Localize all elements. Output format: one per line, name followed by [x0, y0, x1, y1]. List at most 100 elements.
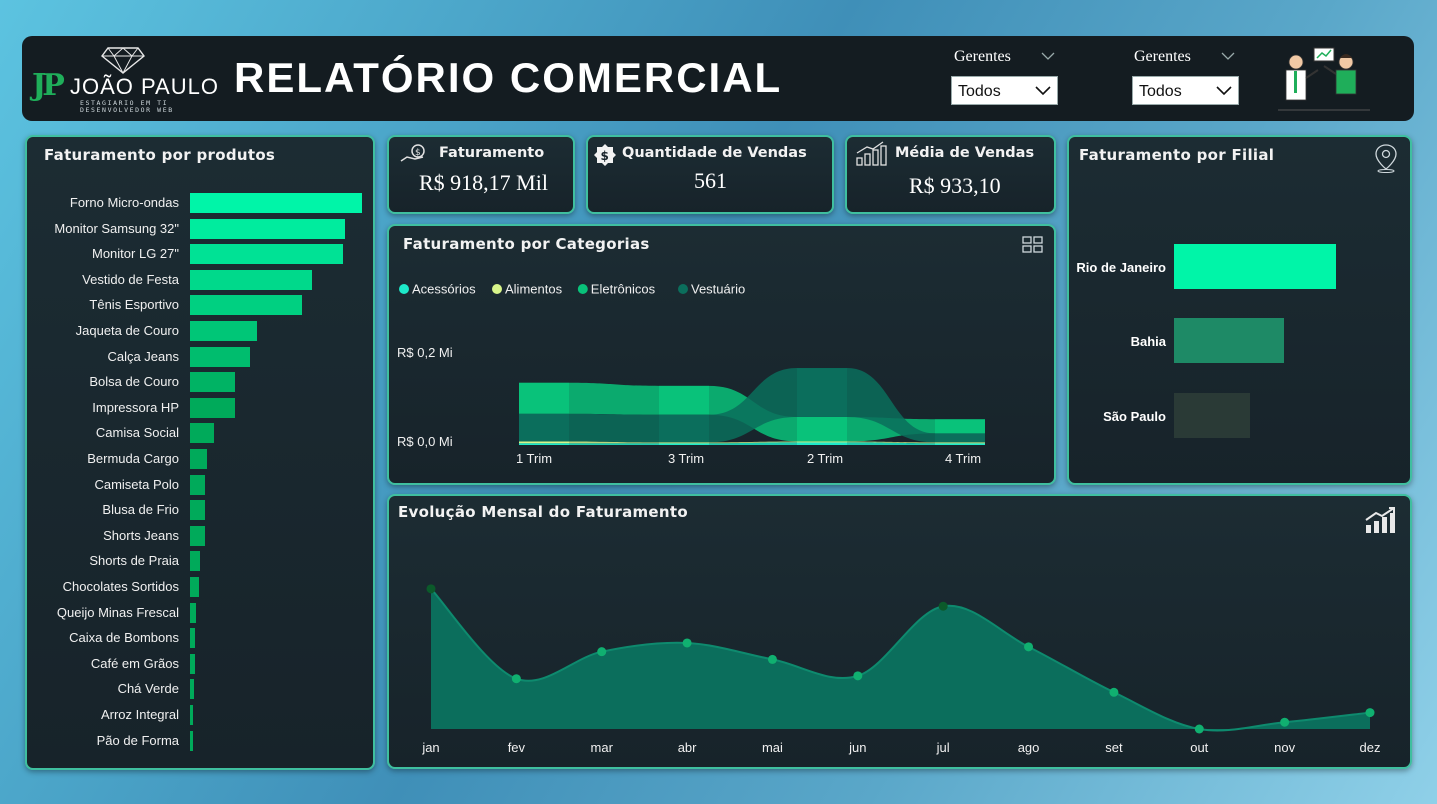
- category-segment[interactable]: [935, 442, 985, 444]
- category-segment[interactable]: [935, 433, 985, 443]
- product-bar[interactable]: [190, 525, 206, 546]
- product-bar[interactable]: [190, 244, 344, 265]
- product-label: Impressora HP: [92, 399, 179, 415]
- product-bar[interactable]: [190, 218, 345, 239]
- product-bar[interactable]: [190, 193, 362, 213]
- kpi-quantidade-title: Quantidade de Vendas: [622, 145, 807, 161]
- product-bar[interactable]: [190, 679, 195, 700]
- month-label: fev: [508, 740, 526, 755]
- category-ribbon[interactable]: [569, 443, 659, 445]
- month-label: out: [1190, 740, 1208, 755]
- product-label: Jaqueta de Couro: [75, 323, 179, 338]
- monthly-point[interactable]: [1365, 708, 1375, 718]
- monthly-point[interactable]: [853, 671, 863, 681]
- product-bar[interactable]: [190, 346, 251, 367]
- monthly-point[interactable]: [1280, 717, 1290, 727]
- branch-label: Rio de Janeiro: [1076, 260, 1166, 275]
- gerentes-dropdown-2[interactable]: Todos: [1132, 76, 1239, 105]
- logo-name: JOÃO PAULO: [70, 74, 219, 99]
- legend-item[interactable]: Eletrônicos: [577, 282, 656, 297]
- monthly-point[interactable]: [511, 674, 521, 684]
- monthly-point[interactable]: [767, 654, 777, 664]
- category-segment[interactable]: [935, 419, 985, 434]
- diamond-icon: [101, 47, 145, 74]
- filter-label-1: Gerentes: [954, 48, 1011, 65]
- dropdown-value: Todos: [1139, 83, 1182, 100]
- branch-bar[interactable]: [1174, 318, 1285, 363]
- monthly-point[interactable]: [1109, 687, 1119, 697]
- category-segment[interactable]: [797, 442, 847, 445]
- product-bar[interactable]: [190, 705, 194, 725]
- product-bar[interactable]: [190, 295, 302, 316]
- category-segment[interactable]: [935, 443, 985, 445]
- category-segment[interactable]: [797, 441, 847, 443]
- product-bar[interactable]: [190, 653, 196, 674]
- chevron-down-icon: [1216, 86, 1232, 96]
- legend-item[interactable]: Vestuário: [678, 282, 745, 297]
- chevron-down-icon[interactable]: [1221, 52, 1235, 60]
- legend-item[interactable]: Acessórios: [399, 282, 476, 297]
- product-bar[interactable]: [190, 730, 193, 751]
- category-segment[interactable]: [519, 443, 569, 445]
- chevron-down-icon[interactable]: [1041, 52, 1055, 60]
- category-segment[interactable]: [659, 443, 709, 445]
- month-label: mar: [591, 740, 614, 755]
- dropdown-value: Todos: [958, 83, 1001, 100]
- monthly-point[interactable]: [938, 601, 948, 611]
- product-bar[interactable]: [190, 269, 313, 290]
- category-segment[interactable]: [659, 385, 709, 415]
- category-segment[interactable]: [659, 414, 709, 443]
- category-segment[interactable]: [519, 413, 569, 442]
- x-tick-label: 1 Trim: [516, 451, 552, 466]
- monthly-point[interactable]: [426, 584, 436, 594]
- category-segment[interactable]: [797, 368, 847, 417]
- x-tick-label: 2 Trim: [807, 451, 843, 466]
- product-bar[interactable]: [190, 628, 196, 649]
- category-ribbon[interactable]: [569, 413, 659, 443]
- product-label: Chá Verde: [117, 681, 179, 697]
- legend-label: Acessórios: [412, 282, 476, 297]
- product-bar[interactable]: [190, 602, 197, 623]
- monthly-point[interactable]: [682, 638, 692, 648]
- category-segment[interactable]: [519, 441, 569, 444]
- product-label: Tênis Esportivo: [89, 297, 179, 313]
- product-bar[interactable]: [190, 474, 206, 495]
- legend-marker: [678, 284, 688, 294]
- category-segment[interactable]: [797, 416, 847, 442]
- category-ribbon[interactable]: [569, 382, 659, 415]
- product-label: Chocolates Sortidos: [62, 579, 179, 594]
- filter-label-2: Gerentes: [1134, 48, 1191, 65]
- product-bar[interactable]: [190, 321, 258, 341]
- category-segment[interactable]: [659, 442, 709, 444]
- month-label: dez: [1360, 740, 1381, 755]
- monthly-point[interactable]: [1194, 724, 1204, 734]
- logo: JP JOÃO PAULO ESTAGIARIO EM TI DESENVOLV…: [30, 44, 220, 114]
- branch-bar[interactable]: [1174, 244, 1336, 289]
- product-bar[interactable]: [190, 397, 235, 418]
- kpi-faturamento-value: R$ 918,17 Mil: [419, 170, 548, 195]
- product-bar[interactable]: [190, 372, 235, 393]
- product-bar[interactable]: [190, 500, 206, 521]
- category-segment[interactable]: [519, 382, 569, 414]
- product-bar[interactable]: [190, 551, 201, 572]
- money-hand-icon: $: [400, 144, 425, 162]
- product-label: Caixa de Bombons: [69, 630, 179, 646]
- legend-item[interactable]: Alimentos: [492, 282, 563, 297]
- product-bar[interactable]: [190, 423, 215, 444]
- kpi-quantidade-card: $ Quantidade de Vendas 561: [586, 135, 834, 214]
- product-label: Bolsa de Couro: [89, 374, 179, 390]
- gerentes-dropdown-1[interactable]: Todos: [951, 76, 1058, 105]
- product-label: Arroz Integral: [100, 707, 179, 722]
- kpi-faturamento-card: $ Faturamento R$ 918,17 Mil: [387, 135, 575, 214]
- product-bar[interactable]: [190, 449, 208, 469]
- monthly-point[interactable]: [597, 647, 607, 657]
- product-label: Monitor LG 27": [92, 246, 179, 262]
- product-label: Queijo Minas Frescal: [56, 604, 179, 620]
- product-bar[interactable]: [190, 577, 199, 597]
- x-tick-label: 4 Trim: [945, 451, 981, 466]
- product-label: Vestido de Festa: [82, 271, 179, 287]
- monthly-point[interactable]: [1024, 642, 1034, 652]
- branch-bar[interactable]: [1174, 393, 1251, 438]
- kpi-media-title: Média de Vendas: [895, 145, 1035, 161]
- logo-subtitle-2: DESENVOLVEDOR WEB: [80, 106, 174, 114]
